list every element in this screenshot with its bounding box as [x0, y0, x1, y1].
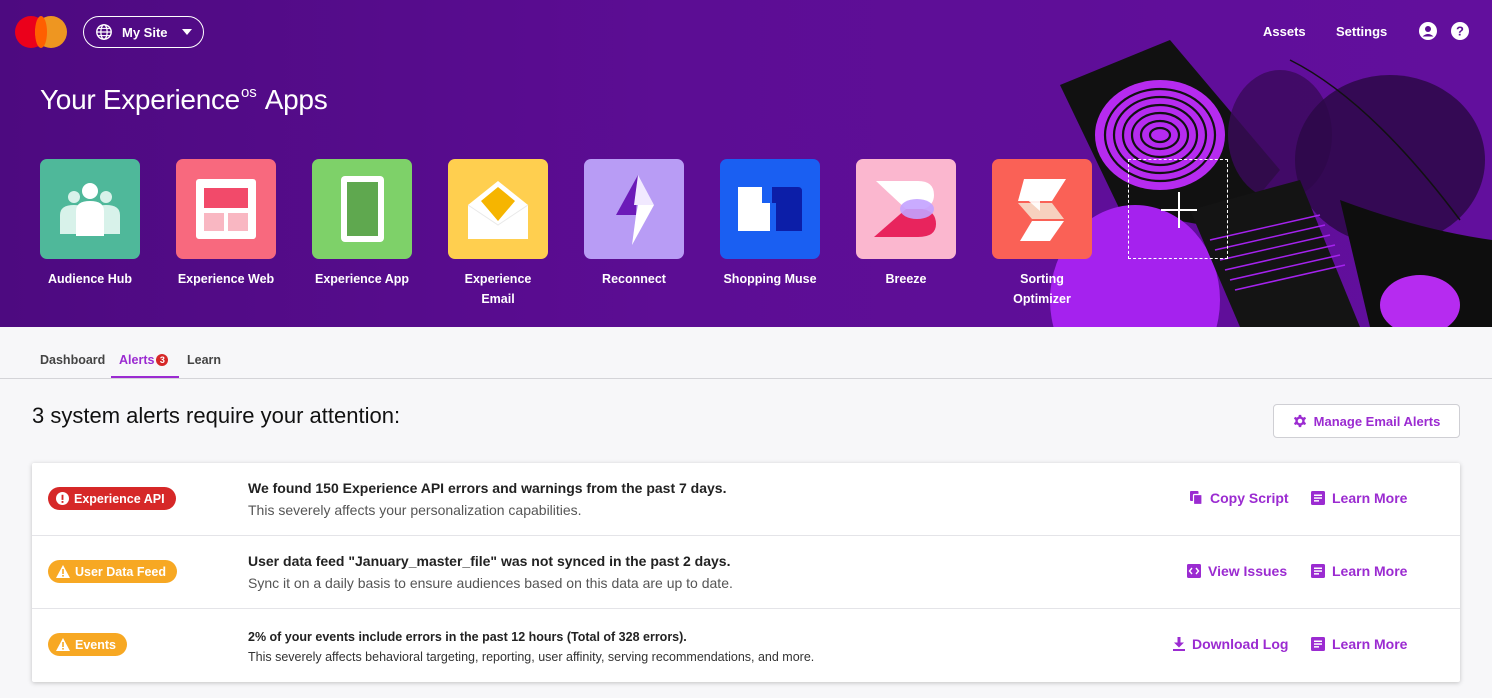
app-label: Breeze — [885, 272, 927, 286]
document-icon — [1311, 564, 1325, 578]
learn-more-label: Learn More — [1332, 563, 1408, 579]
learn-more-label: Learn More — [1332, 636, 1408, 652]
code-icon — [1187, 564, 1201, 578]
app-label: Reconnect — [602, 272, 666, 286]
learn-more-label: Learn More — [1332, 490, 1408, 506]
envelope-icon — [467, 181, 529, 239]
nav-settings[interactable]: Settings — [1336, 24, 1387, 39]
gear-icon — [1293, 414, 1306, 428]
help-icon[interactable]: ? — [1451, 22, 1469, 40]
app-label: Audience Hub — [47, 272, 133, 286]
error-icon — [56, 492, 69, 505]
sorting-optimizer-logo-icon — [1018, 179, 1066, 241]
warning-icon — [56, 565, 70, 578]
alert-row: Experience API We found 150 Experience A… — [32, 463, 1460, 536]
app-label: Experience App — [314, 272, 409, 286]
alerts-list: Experience API We found 150 Experience A… — [32, 463, 1460, 682]
decorative-fingerprint-art — [1050, 40, 1492, 327]
download-log-label: Download Log — [1192, 636, 1289, 652]
chevron-down-icon — [181, 29, 192, 35]
app-label: Experience Email — [464, 272, 532, 306]
app-tile — [312, 159, 412, 259]
app-tile — [992, 159, 1092, 259]
view-issues-label: View Issues — [1208, 563, 1288, 579]
audience-people-icon — [60, 183, 120, 236]
tab-learn[interactable]: Learn — [187, 353, 221, 367]
alert-badge-label: Experience API — [74, 491, 165, 506]
globe-icon — [96, 24, 112, 40]
copy-icon — [1190, 491, 1203, 505]
top-navigation-bar: My Site Assets Settings ? — [0, 0, 1492, 64]
manage-email-alerts-label: Manage Email Alerts — [1313, 413, 1441, 429]
title-end: Apps — [264, 84, 328, 115]
alerts-count-badge: 3 — [156, 354, 169, 366]
alert-row: User Data Feed User data feed "January_m… — [32, 536, 1460, 609]
page-title: Your ExperienceOS Apps — [40, 84, 328, 116]
breeze-logo-icon — [874, 181, 936, 237]
download-log-button[interactable]: Download Log — [1173, 636, 1288, 652]
app-label: Sorting Optimizer — [1013, 272, 1071, 306]
hero-header: My Site Assets Settings ? Your Experienc… — [0, 0, 1492, 327]
nav-assets[interactable]: Assets — [1263, 24, 1306, 39]
title-superscript: OS — [240, 84, 257, 101]
title-main: Your Experience — [40, 84, 240, 115]
tab-dashboard[interactable]: Dashboard — [40, 353, 105, 367]
app-label: Shopping Muse — [723, 272, 817, 286]
document-icon — [1311, 637, 1325, 651]
app-sorting-optimizer[interactable]: Sorting Optimizer — [992, 159, 1092, 309]
alert-badge-warning: Events — [48, 633, 127, 656]
alert-subtitle: Sync it on a daily basis to ensure audie… — [248, 575, 733, 591]
app-experience-app[interactable]: Experience App — [312, 159, 412, 289]
app-breeze[interactable]: Breeze — [856, 159, 956, 289]
shopping-muse-logo-icon — [738, 187, 802, 231]
learn-more-link[interactable]: Learn More — [1311, 563, 1407, 579]
download-icon — [1173, 637, 1185, 651]
alert-badge-warning: User Data Feed — [48, 560, 178, 583]
copy-script-label: Copy Script — [1210, 490, 1289, 506]
mobile-phone-icon — [341, 176, 384, 242]
tab-bar: Dashboard Alerts 3 Learn — [0, 327, 1492, 379]
document-icon — [1311, 491, 1325, 505]
alert-badge-label: Events — [75, 637, 116, 652]
learn-more-link[interactable]: Learn More — [1311, 636, 1407, 652]
app-tile — [584, 159, 684, 259]
alert-row: Events 2% of your events include errors … — [32, 609, 1460, 682]
app-experience-web[interactable]: Experience Web — [176, 159, 276, 289]
web-layout-icon — [196, 179, 256, 239]
app-shopping-muse[interactable]: Shopping Muse — [720, 159, 820, 289]
app-label: Experience Web — [177, 272, 275, 286]
alert-title: User data feed "January_master_file" was… — [248, 553, 731, 569]
add-app-button[interactable] — [1128, 159, 1228, 259]
app-tile — [448, 159, 548, 259]
account-icon[interactable] — [1419, 22, 1437, 40]
learn-more-link[interactable]: Learn More — [1311, 490, 1407, 506]
app-tile — [176, 159, 276, 259]
copy-script-button[interactable]: Copy Script — [1190, 490, 1289, 506]
view-issues-button[interactable]: View Issues — [1187, 563, 1287, 579]
alert-badge-label: User Data Feed — [75, 564, 167, 579]
app-experience-email[interactable]: Experience Email — [448, 159, 548, 309]
alert-subtitle: This severely affects behavioral targeti… — [248, 650, 815, 664]
alert-title: We found 150 Experience API errors and w… — [248, 480, 727, 496]
app-tile — [720, 159, 820, 259]
warning-icon — [56, 638, 70, 651]
app-tile — [40, 159, 140, 259]
active-tab-indicator — [111, 376, 179, 378]
app-reconnect[interactable]: Reconnect — [584, 159, 684, 289]
alerts-section-title: 3 system alerts require your attention: — [32, 403, 401, 428]
app-audience-hub[interactable]: Audience Hub — [40, 159, 140, 289]
svg-text:?: ? — [1456, 24, 1464, 39]
brand-logo[interactable] — [15, 16, 69, 48]
site-selector[interactable]: My Site — [83, 16, 204, 48]
lightning-bolt-icon — [616, 175, 654, 245]
manage-email-alerts-button[interactable]: Manage Email Alerts — [1273, 404, 1460, 438]
tab-alerts[interactable]: Alerts 3 — [119, 353, 169, 367]
alert-subtitle: This severely affects your personalizati… — [248, 502, 582, 518]
alert-title: 2% of your events include errors in the … — [248, 630, 687, 644]
app-tile — [856, 159, 956, 259]
site-selector-label: My Site — [122, 24, 168, 40]
tab-alerts-label: Alerts — [119, 353, 155, 367]
alert-badge-error: Experience API — [48, 487, 176, 510]
